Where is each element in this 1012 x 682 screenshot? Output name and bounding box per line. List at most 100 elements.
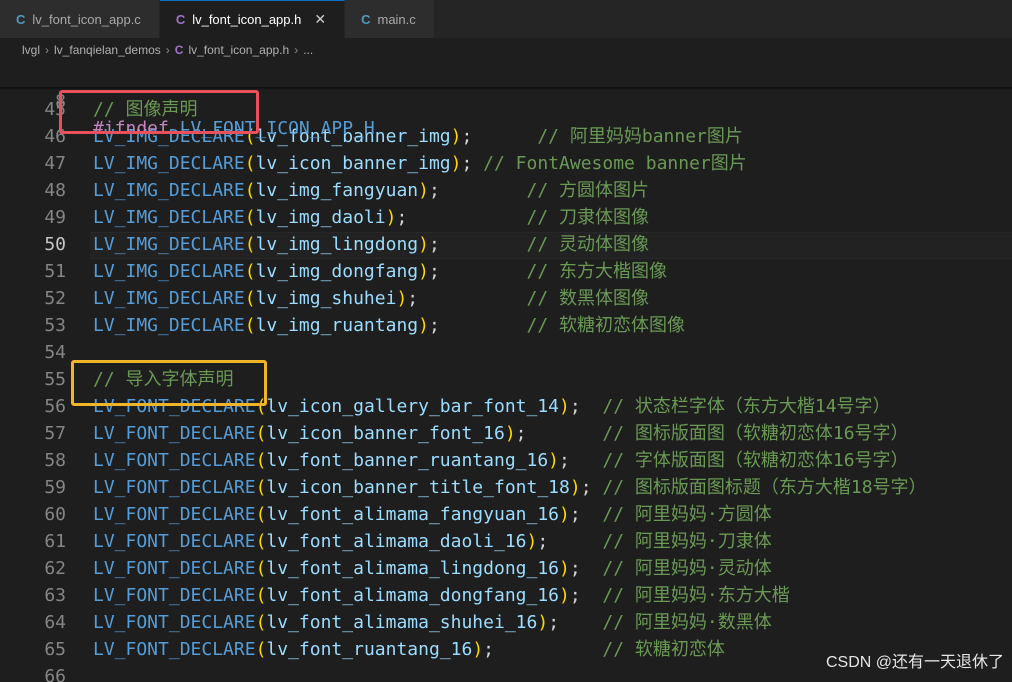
open-paren: ( bbox=[244, 315, 256, 336]
open-paren: ( bbox=[255, 504, 267, 525]
statement-terminator: ; bbox=[461, 126, 538, 147]
editor-tab-bar: C lv_font_icon_app.c C lv_font_icon_app.… bbox=[0, 0, 1012, 38]
code-content: LV_IMG_DECLARE(lv_img_ruantang); // 软糖初恋… bbox=[93, 312, 685, 339]
close-paren: ) bbox=[559, 504, 570, 525]
code-editor[interactable]: 45// 图像声明 46 LV_IMG_DECLARE(lv_font_banner… bbox=[0, 61, 1012, 682]
close-paren: ) bbox=[569, 477, 581, 498]
statement-terminator: ; bbox=[428, 315, 527, 336]
code-comment: // 东方大楷图像 bbox=[526, 261, 668, 282]
tab-lv-font-icon-app-c[interactable]: C lv_font_icon_app.c bbox=[0, 0, 160, 38]
close-paren: ) bbox=[450, 153, 462, 174]
statement-terminator: ; bbox=[548, 612, 603, 633]
declared-symbol: lv_icon_banner_title_font_18 bbox=[266, 477, 570, 498]
declared-symbol: lv_font_alimama_fangyuan_16 bbox=[266, 504, 560, 525]
line-number: 51 bbox=[44, 261, 66, 282]
code-comment: // 刀隶体图像 bbox=[526, 207, 650, 228]
chevron-right-icon: › bbox=[294, 42, 299, 57]
statement-terminator: ; bbox=[537, 531, 603, 552]
macro-name: LV_IMG_DECLARE bbox=[93, 261, 245, 282]
code-comment: // 阿里妈妈·灵动体 bbox=[602, 558, 772, 579]
macro-name: LV_IMG_DECLARE bbox=[93, 288, 245, 309]
declared-symbol: lv_font_alimama_daoli_16 bbox=[266, 531, 527, 552]
macro-name: LV_FONT_DECLARE bbox=[93, 558, 256, 579]
code-content: LV_FONT_DECLARE(lv_font_banner_ruantang_… bbox=[93, 447, 909, 474]
code-content: LV_FONT_DECLARE(lv_font_alimama_daoli_16… bbox=[93, 528, 772, 555]
close-paren: ) bbox=[396, 288, 408, 309]
code-comment: // 阿里妈妈banner图片 bbox=[537, 126, 743, 147]
line-number: 53 bbox=[44, 315, 66, 336]
open-paren: ( bbox=[255, 558, 267, 579]
breadcrumb-item-lvgl[interactable]: lvgl bbox=[22, 43, 40, 57]
code-comment: // 灵动体图像 bbox=[526, 234, 650, 255]
tab-lv-font-icon-app-h[interactable]: C lv_font_icon_app.h ✕ bbox=[159, 0, 346, 38]
code-comment: // 字体版面图（软糖初恋体16号字） bbox=[602, 450, 909, 471]
tab-main-c[interactable]: C main.c bbox=[345, 0, 435, 38]
line-number: 64 bbox=[44, 612, 66, 633]
code-comment: // 软糖初恋体 bbox=[602, 639, 725, 660]
tab-label: lv_font_icon_app.c bbox=[32, 11, 141, 27]
close-paren: ) bbox=[418, 315, 429, 336]
line-number: 50 bbox=[44, 234, 66, 255]
declared-symbol: lv_icon_banner_font_16 bbox=[266, 423, 505, 444]
declared-symbol: lv_img_dongfang bbox=[255, 261, 419, 282]
close-paren: ) bbox=[504, 423, 516, 444]
line-number: 54 bbox=[44, 342, 66, 363]
declared-symbol: lv_img_daoli bbox=[255, 207, 386, 228]
statement-terminator: ; bbox=[569, 585, 603, 606]
statement-terminator: ; bbox=[461, 153, 484, 174]
code-content: LV_FONT_DECLARE(lv_icon_banner_title_fon… bbox=[93, 474, 927, 501]
macro-name: LV_IMG_DECLARE bbox=[93, 153, 245, 174]
line-number: 58 bbox=[44, 450, 66, 471]
sticky-scroll-line[interactable]: 8 #ifndef LV_FONT_ICON_APP_H bbox=[0, 61, 1012, 139]
statement-terminator: ; bbox=[483, 639, 603, 660]
breadcrumb-item-symbol[interactable]: ... bbox=[303, 43, 313, 57]
line-number: 55 bbox=[44, 369, 66, 390]
macro-name: LV_IMG_DECLARE bbox=[93, 315, 245, 336]
open-paren: ( bbox=[255, 423, 267, 444]
open-paren: ( bbox=[244, 288, 256, 309]
code-content: LV_FONT_DECLARE(lv_font_alimama_dongfang… bbox=[93, 582, 790, 609]
statement-terminator: ; bbox=[559, 450, 603, 471]
declared-symbol: lv_font_alimama_dongfang_16 bbox=[266, 585, 560, 606]
line-number: 8 bbox=[55, 91, 66, 112]
code-content: LV_IMG_DECLARE(lv_img_shuhei); // 数黑体图像 bbox=[93, 285, 649, 312]
close-icon[interactable]: ✕ bbox=[314, 11, 326, 28]
statement-terminator: ; bbox=[569, 396, 603, 417]
declared-symbol: lv_img_ruantang bbox=[255, 315, 419, 336]
declared-symbol: lv_img_shuhei bbox=[255, 288, 397, 309]
statement-terminator: ; bbox=[569, 504, 603, 525]
code-comment: // 数黑体图像 bbox=[526, 288, 650, 309]
open-paren: ( bbox=[255, 612, 267, 633]
line-number: 56 bbox=[44, 396, 66, 417]
macro-name: LV_FONT_DECLARE bbox=[93, 612, 256, 633]
macro-name: LV_FONT_DECLARE bbox=[93, 423, 256, 444]
line-number: 49 bbox=[44, 207, 66, 228]
breadcrumb-item-demos[interactable]: lv_fanqielan_demos bbox=[54, 43, 161, 57]
code-content: LV_FONT_DECLARE(lv_font_alimama_lingdong… bbox=[93, 555, 772, 582]
macro-name: LV_IMG_DECLARE bbox=[93, 180, 245, 201]
macro-name: LV_FONT_DECLARE bbox=[93, 504, 256, 525]
declared-symbol: lv_img_lingdong bbox=[255, 234, 419, 255]
macro-name: LV_FONT_DECLARE bbox=[93, 639, 256, 660]
code-content: LV_FONT_DECLARE(lv_font_alimama_fangyuan… bbox=[93, 501, 772, 528]
chevron-right-icon: › bbox=[45, 42, 50, 57]
code-comment: // 方圆体图片 bbox=[526, 180, 650, 201]
close-paren: ) bbox=[559, 585, 570, 606]
declared-symbol: lv_font_banner_ruantang_16 bbox=[266, 450, 549, 471]
code-comment: // 图标版面图标题（东方大楷18号字） bbox=[602, 477, 927, 498]
breadcrumb: lvgl › lv_fanqielan_demos › C lv_font_ic… bbox=[0, 38, 1012, 61]
open-paren: ( bbox=[244, 261, 256, 282]
macro-name: LV_FONT_DECLARE bbox=[93, 585, 256, 606]
statement-terminator: ; bbox=[569, 558, 603, 579]
close-paren: ) bbox=[537, 612, 549, 633]
line-number: 60 bbox=[44, 504, 66, 525]
statement-terminator: ; bbox=[407, 288, 527, 309]
statement-terminator: ; bbox=[580, 477, 603, 498]
declared-symbol: lv_font_ruantang_16 bbox=[266, 639, 473, 660]
code-content: LV_IMG_DECLARE(lv_img_lingdong); // 灵动体图… bbox=[93, 231, 649, 258]
close-paren: ) bbox=[472, 639, 484, 660]
breadcrumb-item-file[interactable]: lv_font_icon_app.h bbox=[188, 43, 289, 57]
code-content: LV_FONT_DECLARE(lv_icon_banner_font_16);… bbox=[93, 420, 909, 447]
close-paren: ) bbox=[450, 126, 462, 147]
declared-symbol: lv_img_fangyuan bbox=[255, 180, 419, 201]
